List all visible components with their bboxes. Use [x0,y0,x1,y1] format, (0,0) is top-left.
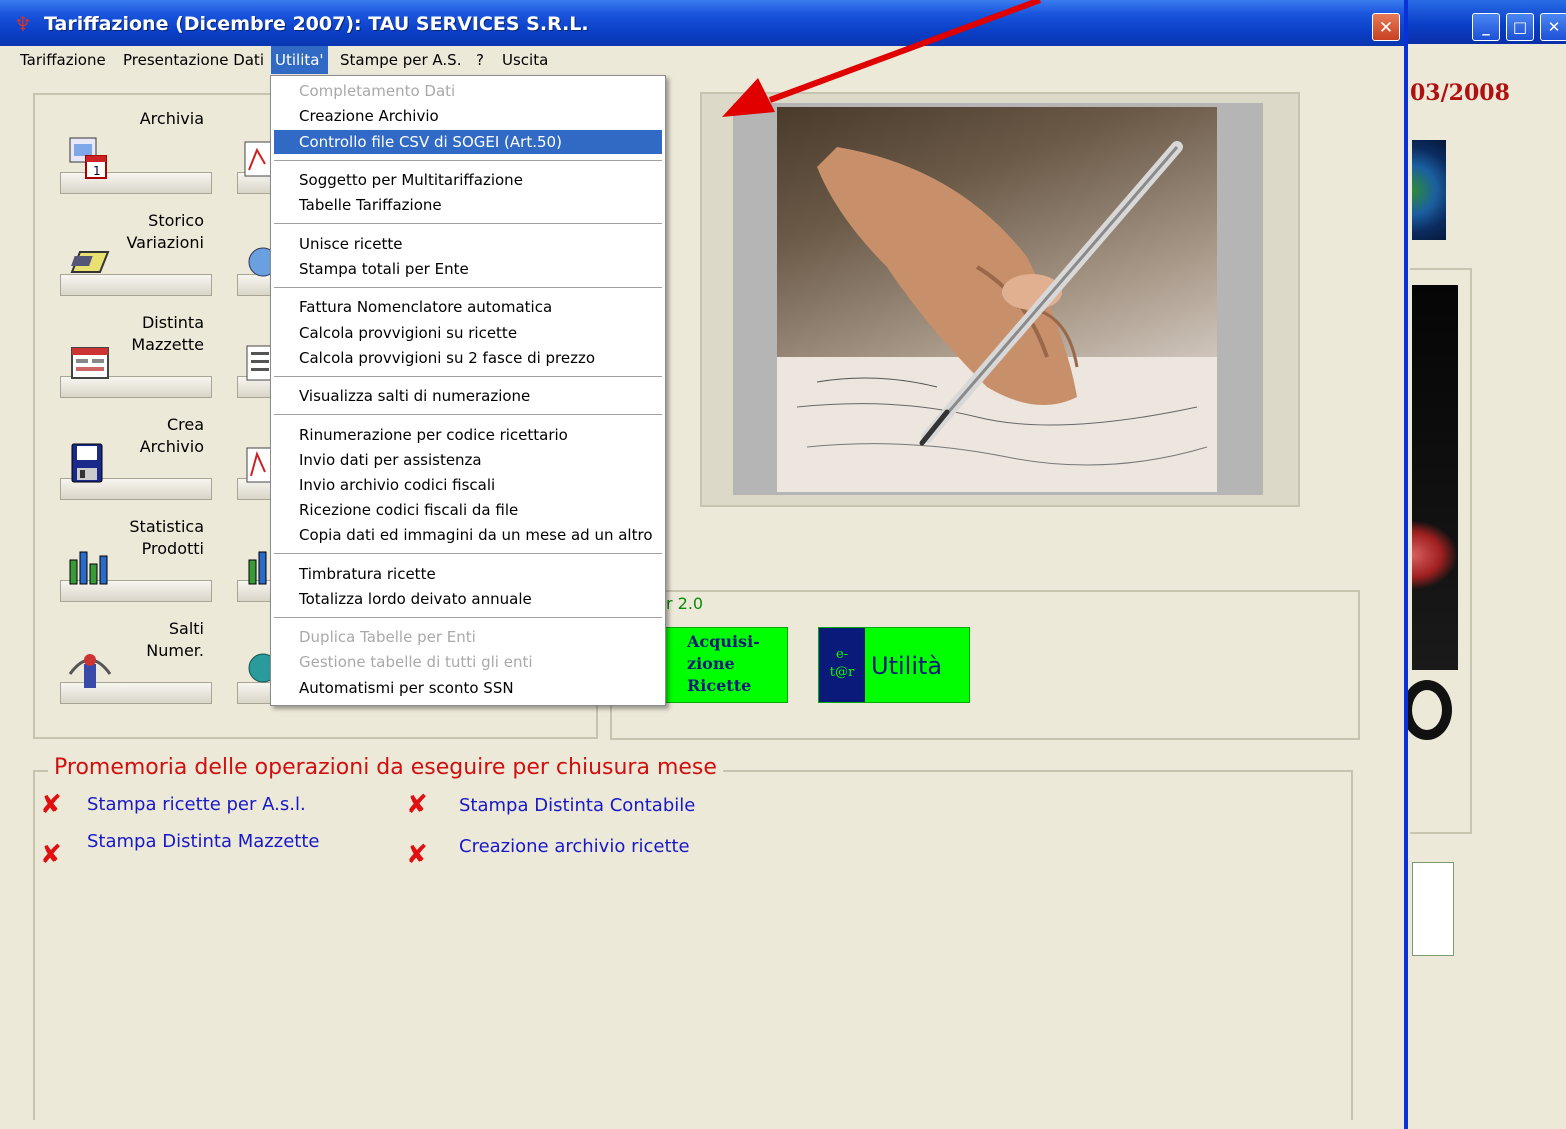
menu-item-controllo-file-csv[interactable]: Controllo file CSV di SOGEI (Art.50) [274,130,662,154]
app-icon: ♆ [14,12,32,36]
x-icon: ✘ [40,840,62,870]
globe-image [1412,140,1446,240]
menu-separator [274,414,662,416]
background-ring-image [1402,680,1452,740]
menu-item-copia-dati[interactable]: Copia dati ed immagini da un mese ad un … [274,523,662,547]
form-icon [71,347,109,379]
svg-text:1: 1 [93,164,101,178]
utilita-button[interactable]: e- t@r Utilità [818,627,970,703]
promemoria-box [33,770,1353,1120]
menu-item-calcola-provvigioni-ricette[interactable]: Calcola provvigioni su ricette [274,321,662,345]
etar-logo: e- t@r [819,628,865,702]
globe-icon [248,653,271,683]
background-photo-detail [1412,520,1458,590]
menu-item-visualizza-salti[interactable]: Visualizza salti di numerazione [274,384,662,408]
menu-item-unisce-ricette[interactable]: Unisce ricette [274,232,662,256]
menu-item-ricezione-codici[interactable]: Ricezione codici fiscali da file [274,498,662,522]
utilita-label: Utilità [871,652,943,680]
distinta-mazzette-button[interactable]: Distinta Mazzette [60,308,212,398]
menu-help[interactable]: ? [472,46,488,74]
chart-doc-icon [244,141,271,177]
menu-separator [274,160,662,162]
window-title: Tariffazione (Dicembre 2007): TAU SERVIC… [44,13,589,35]
main-window: ♆ Tariffazione (Dicembre 2007): TAU SERV… [0,0,1408,1129]
second-column-button-4[interactable] [237,410,271,500]
task-stampa-distinta-mazzette[interactable]: Stampa Distinta Mazzette [87,831,319,852]
floppy-icon [71,443,103,483]
writing-hand-photo [777,107,1217,492]
second-column-button-2[interactable] [237,206,271,296]
menu-presentazione-dati[interactable]: Presentazione Dati [119,46,268,74]
menu-item-rinumerazione[interactable]: Rinumerazione per codice ricettario [274,423,662,447]
chart-doc-icon [246,447,271,483]
writing-hand-drawing [777,141,1217,492]
close-button[interactable]: ✕ [1372,13,1400,41]
menu-item-stampa-totali-ente[interactable]: Stampa totali per Ente [274,257,662,281]
background-date: 03/2008 [1410,80,1510,106]
promemoria-title: Promemoria delle operazioni da eseguire … [48,755,723,780]
menu-uscita[interactable]: Uscita [498,46,552,74]
maximize-icon[interactable]: □ [1506,13,1534,41]
menu-stampe-per-as[interactable]: Stampe per A.S. [336,46,465,74]
statistica-prodotti-button[interactable]: Statistica Prodotti [60,512,212,602]
acquisizione-ricette-button[interactable]: Acquisi- zione Ricette [664,627,788,703]
menu-item-invio-dati-assistenza[interactable]: Invio dati per assistenza [274,448,662,472]
menu-tariffazione[interactable]: Tariffazione [16,46,110,74]
salti-numer-button[interactable]: Salti Numer. [60,614,212,704]
bar-chart-icon [248,551,267,585]
background-textbox[interactable] [1412,862,1454,956]
x-icon: ✘ [40,790,62,820]
menu-separator [274,223,662,225]
menu-item-fattura-nomenclatore[interactable]: Fattura Nomenclatore automatica [274,295,662,319]
menu-item-totalizza-lordo[interactable]: Totalizza lordo deivato annuale [274,587,662,611]
utilita-dropdown-menu: Completamento Dati Creazione Archivio Co… [270,75,666,706]
title-bar: ♆ Tariffazione (Dicembre 2007): TAU SERV… [0,0,1404,46]
menu-item-calcola-provvigioni-fasce[interactable]: Calcola provvigioni su 2 fasce di prezzo [274,346,662,370]
task-stampa-distinta-contabile[interactable]: Stampa Distinta Contabile [459,795,695,816]
jump-icon [68,654,112,688]
calendar-icon: 1 [69,137,107,179]
archivia-label: Archivia [139,109,204,128]
storico-variazioni-label: Storico Variazioni [126,211,204,252]
bar-chart-icon [69,551,108,585]
menu-item-invio-archivio-codici[interactable]: Invio archivio codici fiscali [274,473,662,497]
statistica-prodotti-label: Statistica Prodotti [129,517,204,558]
menu-separator [274,376,662,378]
menu-item-soggetto-multitariffazione[interactable]: Soggetto per Multitariffazione [274,168,662,192]
second-column-button-3[interactable] [237,308,271,398]
menu-item-tabelle-tariffazione[interactable]: Tabelle Tariffazione [274,193,662,217]
menu-bar: Tariffazione Presentazione Dati Utilita'… [10,46,1400,74]
second-column-button-1[interactable] [237,104,271,194]
second-column-button-5[interactable] [237,512,271,602]
menu-utilita[interactable]: Utilita' [271,46,328,74]
version-text: r 2.0 [666,594,704,613]
disk-icon [248,247,271,277]
task-creazione-archivio-ricette[interactable]: Creazione archivio ricette [459,836,690,857]
menu-item-duplica-tabelle: Duplica Tabelle per Enti [299,628,476,646]
distinta-mazzette-label: Distinta Mazzette [131,313,204,354]
menu-separator [274,287,662,289]
menu-item-automatismi-sconto[interactable]: Automatismi per sconto SSN [274,676,662,700]
acquisizione-ricette-label: Acquisi- zione Ricette [687,632,760,695]
crea-archivio-label: Crea Archivio [139,415,204,456]
menu-separator [274,617,662,619]
crea-archivio-button[interactable]: Crea Archivio [60,410,212,500]
task-stampa-ricette-asl[interactable]: Stampa ricette per A.s.l. [87,794,306,815]
close-icon[interactable]: ✕ [1540,13,1566,41]
archivia-button[interactable]: Archivia 1 [60,104,212,194]
card-icon [70,251,110,273]
list-doc-icon [246,345,271,381]
storico-variazioni-button[interactable]: Storico Variazioni [60,206,212,296]
second-column-button-6[interactable] [237,614,271,704]
x-icon: ✘ [406,790,428,820]
x-icon: ✘ [406,840,428,870]
minimize-icon[interactable]: _ [1472,13,1500,41]
background-photo [1412,285,1458,670]
menu-item-creazione-archivio[interactable]: Creazione Archivio [274,104,662,128]
menu-separator [274,553,662,555]
salti-numer-label: Salti Numer. [146,619,204,660]
menu-item-gestione-tabelle: Gestione tabelle di tutti gli enti [299,653,533,671]
menu-item-completamento-dati: Completamento Dati [299,82,456,100]
menu-item-timbratura-ricette[interactable]: Timbratura ricette [274,562,662,586]
